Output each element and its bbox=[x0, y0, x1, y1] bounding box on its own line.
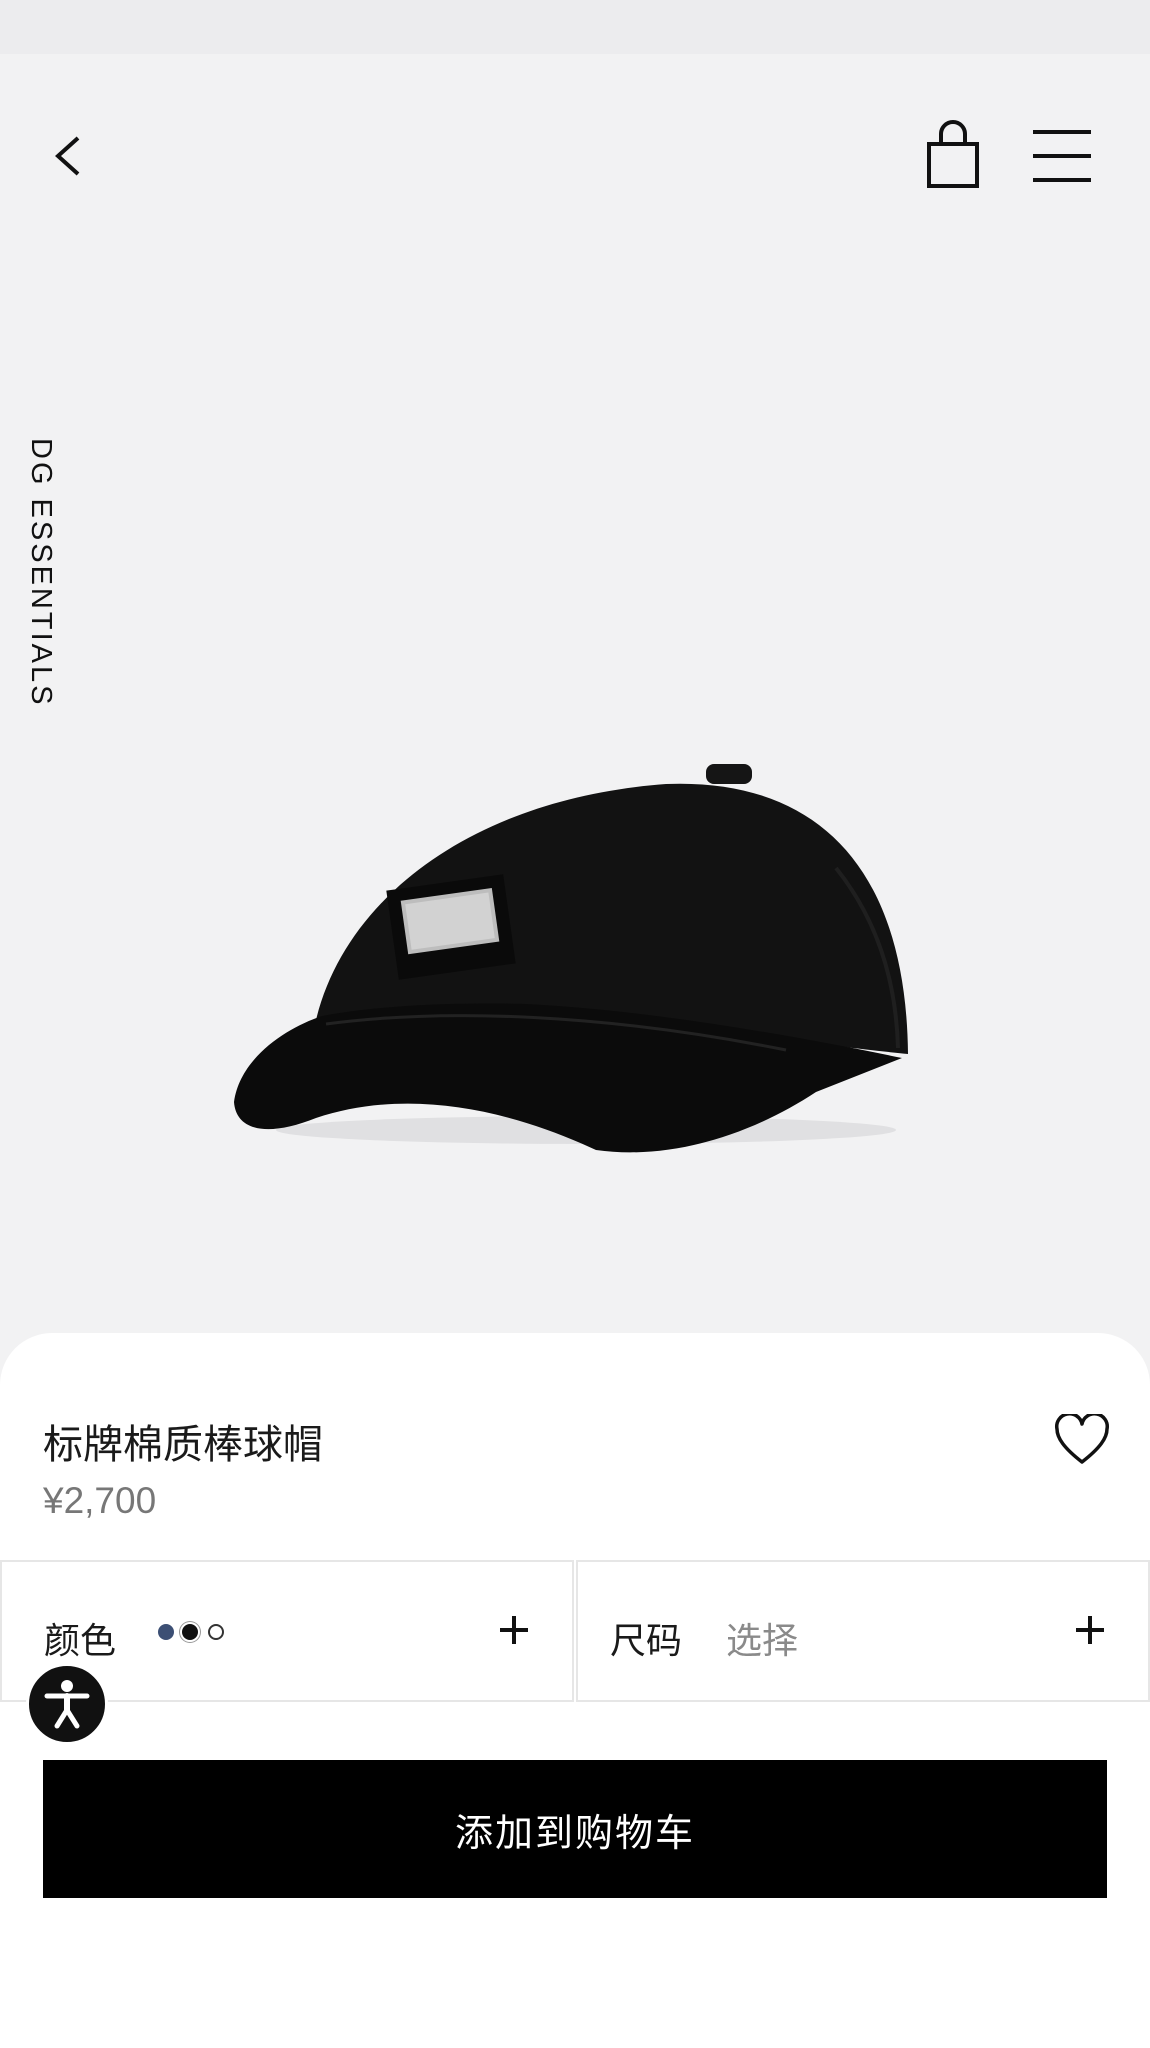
baseball-cap-illustration bbox=[234, 764, 908, 1153]
accessibility-button[interactable] bbox=[26, 1663, 108, 1745]
menu-button[interactable] bbox=[1028, 126, 1096, 186]
plus-icon[interactable] bbox=[1074, 1614, 1106, 1646]
color-label: 颜色 bbox=[44, 1621, 117, 1662]
collection-label: DG ESSENTIALS bbox=[25, 438, 57, 708]
swatch-black[interactable] bbox=[182, 1624, 198, 1640]
product-price: ¥2,700 bbox=[43, 1480, 157, 1521]
swatch-white[interactable] bbox=[208, 1624, 224, 1640]
product-title: 标牌棉质棒球帽 bbox=[43, 1422, 323, 1468]
chevron-left-icon bbox=[55, 136, 80, 176]
back-button[interactable] bbox=[44, 128, 100, 184]
add-to-cart-button[interactable]: 添加到购物车 bbox=[43, 1760, 1107, 1898]
accessibility-icon bbox=[44, 1680, 90, 1729]
shopping-bag-icon bbox=[927, 120, 979, 188]
shopping-bag-button[interactable] bbox=[922, 120, 986, 192]
hamburger-menu-icon bbox=[1033, 130, 1091, 182]
swatch-navy[interactable] bbox=[158, 1624, 174, 1640]
size-selector[interactable]: 尺码 选择 bbox=[576, 1560, 1150, 1702]
size-placeholder: 选择 bbox=[726, 1621, 799, 1662]
product-image[interactable] bbox=[226, 758, 926, 1178]
size-label: 尺码 bbox=[610, 1621, 683, 1662]
status-bar bbox=[0, 0, 1150, 54]
favorite-button[interactable] bbox=[1054, 1412, 1110, 1466]
plus-icon[interactable] bbox=[498, 1614, 530, 1646]
heart-icon bbox=[1055, 1412, 1109, 1464]
